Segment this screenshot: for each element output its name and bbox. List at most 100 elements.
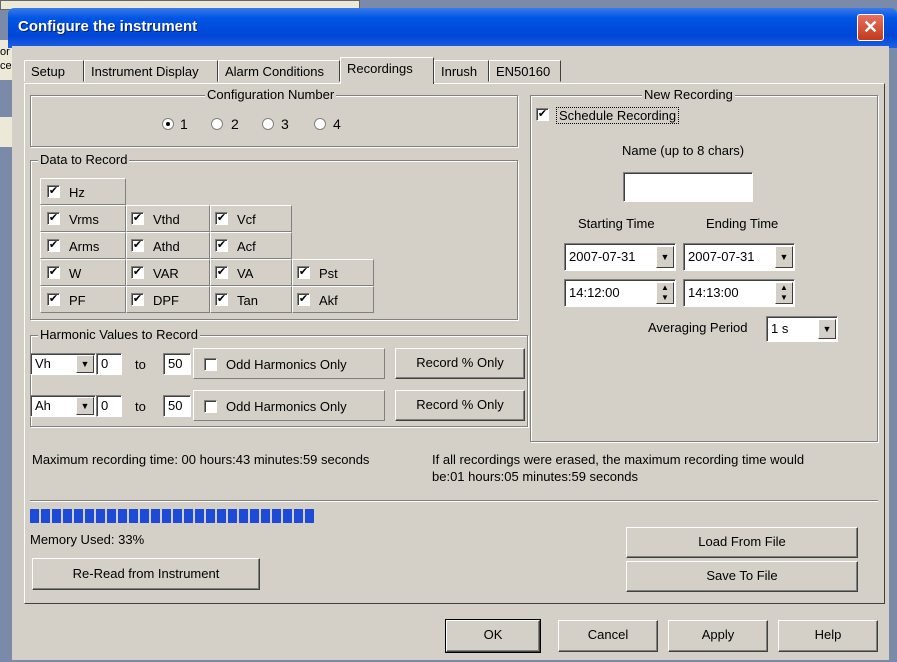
checkbox-acf[interactable]: ✔ Acf: [210, 232, 292, 259]
progress-block: [195, 509, 204, 523]
button-label: Apply: [701, 627, 735, 642]
harmonic-from-input[interactable]: 0: [96, 395, 122, 417]
check-icon[interactable]: ✔: [47, 293, 60, 306]
check-icon[interactable]: ✔: [297, 293, 310, 306]
check-icon[interactable]: ✔: [47, 212, 60, 225]
progress-block: [206, 509, 215, 523]
odd-harmonics-checkbox[interactable]: Odd Harmonics Only: [193, 348, 385, 379]
input-value: 14:13:00: [688, 285, 739, 300]
progress-block: [74, 509, 83, 523]
apply-button[interactable]: Apply: [668, 620, 768, 652]
tab-label: Setup: [31, 64, 65, 79]
progress-block: [41, 509, 50, 523]
progress-block: [305, 509, 314, 523]
dropdown-arrow-icon[interactable]: ▼: [76, 397, 94, 415]
dropdown-arrow-icon[interactable]: ▼: [76, 355, 94, 373]
checkbox-va[interactable]: ✔ VA: [210, 259, 292, 286]
checkbox-var[interactable]: ✔ VAR: [126, 259, 210, 286]
dropdown-arrow-icon[interactable]: ▼: [775, 246, 793, 268]
button-label: Save To File: [706, 568, 778, 583]
checkbox-label: Vrms: [69, 212, 99, 227]
configuration-number-legend: Configuration Number: [205, 87, 337, 102]
progress-block: [107, 509, 116, 523]
checkbox-box[interactable]: [204, 358, 217, 371]
input-value: 0: [101, 398, 109, 413]
checkbox-label: Odd Harmonics Only: [226, 357, 347, 372]
reread-from-instrument-button[interactable]: Re-Read from Instrument: [32, 558, 260, 590]
button-label: Record % Only: [416, 355, 504, 370]
checkbox-label: Vcf: [237, 212, 256, 227]
tab-recordings[interactable]: Recordings: [340, 57, 434, 84]
check-icon[interactable]: ✔: [297, 266, 310, 279]
checkbox-vthd[interactable]: ✔ Vthd: [126, 205, 210, 232]
checkbox-pst[interactable]: ✔ Pst: [292, 259, 374, 286]
checkbox-w[interactable]: ✔ W: [40, 259, 126, 286]
dropdown-arrow-icon[interactable]: ▼: [818, 319, 836, 339]
checkbox-label: Akf: [319, 293, 338, 308]
record-percent-only-button[interactable]: Record % Only: [395, 348, 525, 379]
button-label: Help: [814, 627, 842, 642]
harmonic-to-input[interactable]: 50: [163, 353, 191, 375]
progress-block: [129, 509, 138, 523]
checkbox-vrms[interactable]: ✔ Vrms: [40, 205, 126, 232]
check-icon[interactable]: ✔: [536, 108, 549, 121]
tab-label: Alarm Conditions: [225, 64, 324, 79]
checkbox-label: Athd: [153, 239, 180, 254]
checkbox-pf[interactable]: ✔ PF: [40, 286, 126, 313]
checkbox-vcf[interactable]: ✔ Vcf: [210, 205, 292, 232]
tab-alarm-conditions[interactable]: Alarm Conditions: [218, 60, 340, 82]
radio-button[interactable]: [211, 118, 223, 130]
harmonic-from-input[interactable]: 0: [96, 353, 122, 375]
close-button[interactable]: ✕: [857, 14, 884, 41]
check-icon[interactable]: ✔: [131, 239, 144, 252]
checkbox-label: VA: [237, 266, 254, 281]
checkbox-dpf[interactable]: ✔ DPF: [126, 286, 210, 313]
check-icon[interactable]: ✔: [215, 266, 228, 279]
checkbox-box[interactable]: [204, 400, 217, 413]
progress-block: [173, 509, 182, 523]
check-icon[interactable]: ✔: [215, 293, 228, 306]
max-recording-time-text: Maximum recording time: 00 hours:43 minu…: [32, 452, 370, 467]
spinner-icon[interactable]: ▲ ▼: [656, 282, 674, 304]
harmonic-to-input[interactable]: 50: [163, 395, 191, 417]
record-percent-only-button[interactable]: Record % Only: [395, 390, 525, 421]
odd-harmonics-checkbox[interactable]: Odd Harmonics Only: [193, 390, 385, 421]
cancel-button[interactable]: Cancel: [558, 620, 658, 652]
checkbox-athd[interactable]: ✔ Athd: [126, 232, 210, 259]
tab-setup[interactable]: Setup: [24, 60, 84, 82]
check-icon[interactable]: ✔: [47, 185, 60, 198]
checkbox-arms[interactable]: ✔ Arms: [40, 232, 126, 259]
checkbox-label: Hz: [69, 185, 85, 200]
checkbox-hz[interactable]: ✔ Hz: [40, 178, 126, 205]
load-from-file-button[interactable]: Load From File: [626, 527, 858, 558]
button-label: Record % Only: [416, 397, 504, 412]
checkbox-label: Tan: [237, 293, 258, 308]
help-button[interactable]: Help: [778, 620, 878, 652]
check-icon[interactable]: ✔: [131, 212, 144, 225]
check-icon[interactable]: ✔: [47, 239, 60, 252]
recording-name-input[interactable]: [623, 172, 753, 202]
check-icon[interactable]: ✔: [47, 266, 60, 279]
check-icon[interactable]: ✔: [131, 293, 144, 306]
checkbox-label: Arms: [69, 239, 100, 254]
save-to-file-button[interactable]: Save To File: [626, 561, 858, 592]
radio-button[interactable]: [162, 118, 174, 130]
progress-block: [162, 509, 171, 523]
spinner-icon[interactable]: ▲ ▼: [775, 282, 793, 304]
dropdown-arrow-icon[interactable]: ▼: [656, 246, 674, 268]
checkbox-akf[interactable]: ✔ Akf: [292, 286, 374, 313]
close-icon: ✕: [862, 17, 879, 37]
ok-button[interactable]: OK: [445, 619, 541, 653]
radio-button[interactable]: [314, 118, 326, 130]
tab-label: EN50160: [496, 64, 551, 79]
check-icon[interactable]: ✔: [131, 266, 144, 279]
input-value: 50: [168, 356, 183, 371]
picker-value: 2007-07-31: [569, 249, 636, 264]
radio-button[interactable]: [262, 118, 274, 130]
check-icon[interactable]: ✔: [215, 212, 228, 225]
tab-instrument-display[interactable]: Instrument Display: [84, 60, 218, 82]
check-icon[interactable]: ✔: [215, 239, 228, 252]
tab-en50160[interactable]: EN50160: [489, 60, 561, 82]
checkbox-tan[interactable]: ✔ Tan: [210, 286, 292, 313]
tab-inrush[interactable]: Inrush: [434, 60, 489, 82]
